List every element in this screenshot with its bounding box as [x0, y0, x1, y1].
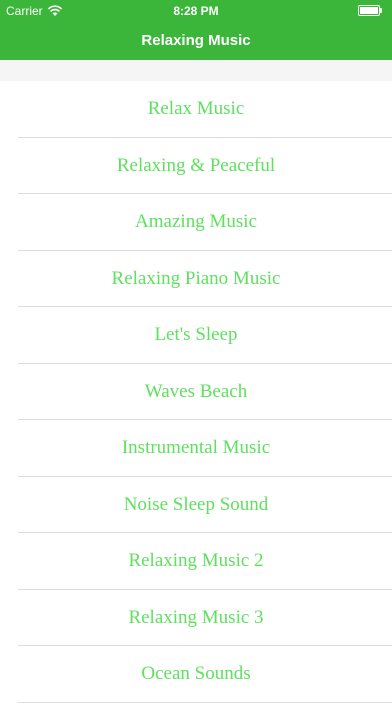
list-item-label: Ocean Sounds [141, 663, 251, 684]
list-item[interactable]: Relaxing Music 3 [0, 590, 392, 647]
list-item-label: Relaxing & Peaceful [116, 154, 276, 176]
list-item[interactable]: Let's Sleep [0, 307, 392, 364]
list-item-label: Instrumental Music [121, 437, 271, 458]
list-item[interactable]: Amazing Music [0, 194, 392, 251]
music-list: Relax Music Relaxing & Peaceful Amazing Mu… [0, 81, 392, 703]
list-item[interactable]: Ocean Sounds [0, 646, 392, 703]
list-item-label: Relaxing Piano Music [111, 267, 281, 289]
list-item-label: Relaxing Music 3 [128, 606, 264, 628]
battery-icon [358, 5, 384, 16]
list-item-label: Relaxing Music 2 [128, 550, 264, 571]
status-bar: Carrier 8:28 PM [0, 0, 392, 22]
list-item-label: Let's Sleep [154, 324, 238, 345]
page-title: Relaxing Music [141, 32, 251, 49]
list-header-spacer [0, 60, 392, 81]
list-item[interactable]: Instrumental Music [0, 420, 392, 477]
list-item[interactable]: Relaxing Piano Music [0, 251, 392, 308]
list-item[interactable]: Waves Beach [0, 364, 392, 421]
list-item[interactable]: Relax Music [0, 81, 392, 138]
navigation-bar: Carrier 8:28 PM Relaxing Music [0, 0, 392, 60]
list-item-label: Relax Music [147, 98, 245, 119]
list-item-label: Noise Sleep Sound [123, 493, 269, 515]
list-item-label: Waves Beach [144, 380, 248, 402]
status-time: 8:28 PM [173, 4, 219, 18]
list-item-label: Amazing Music [135, 211, 257, 232]
list-item[interactable]: Relaxing Music 2 [0, 533, 392, 590]
list-item[interactable]: Relaxing & Peaceful [0, 138, 392, 195]
list-item[interactable]: Noise Sleep Sound [0, 477, 392, 534]
